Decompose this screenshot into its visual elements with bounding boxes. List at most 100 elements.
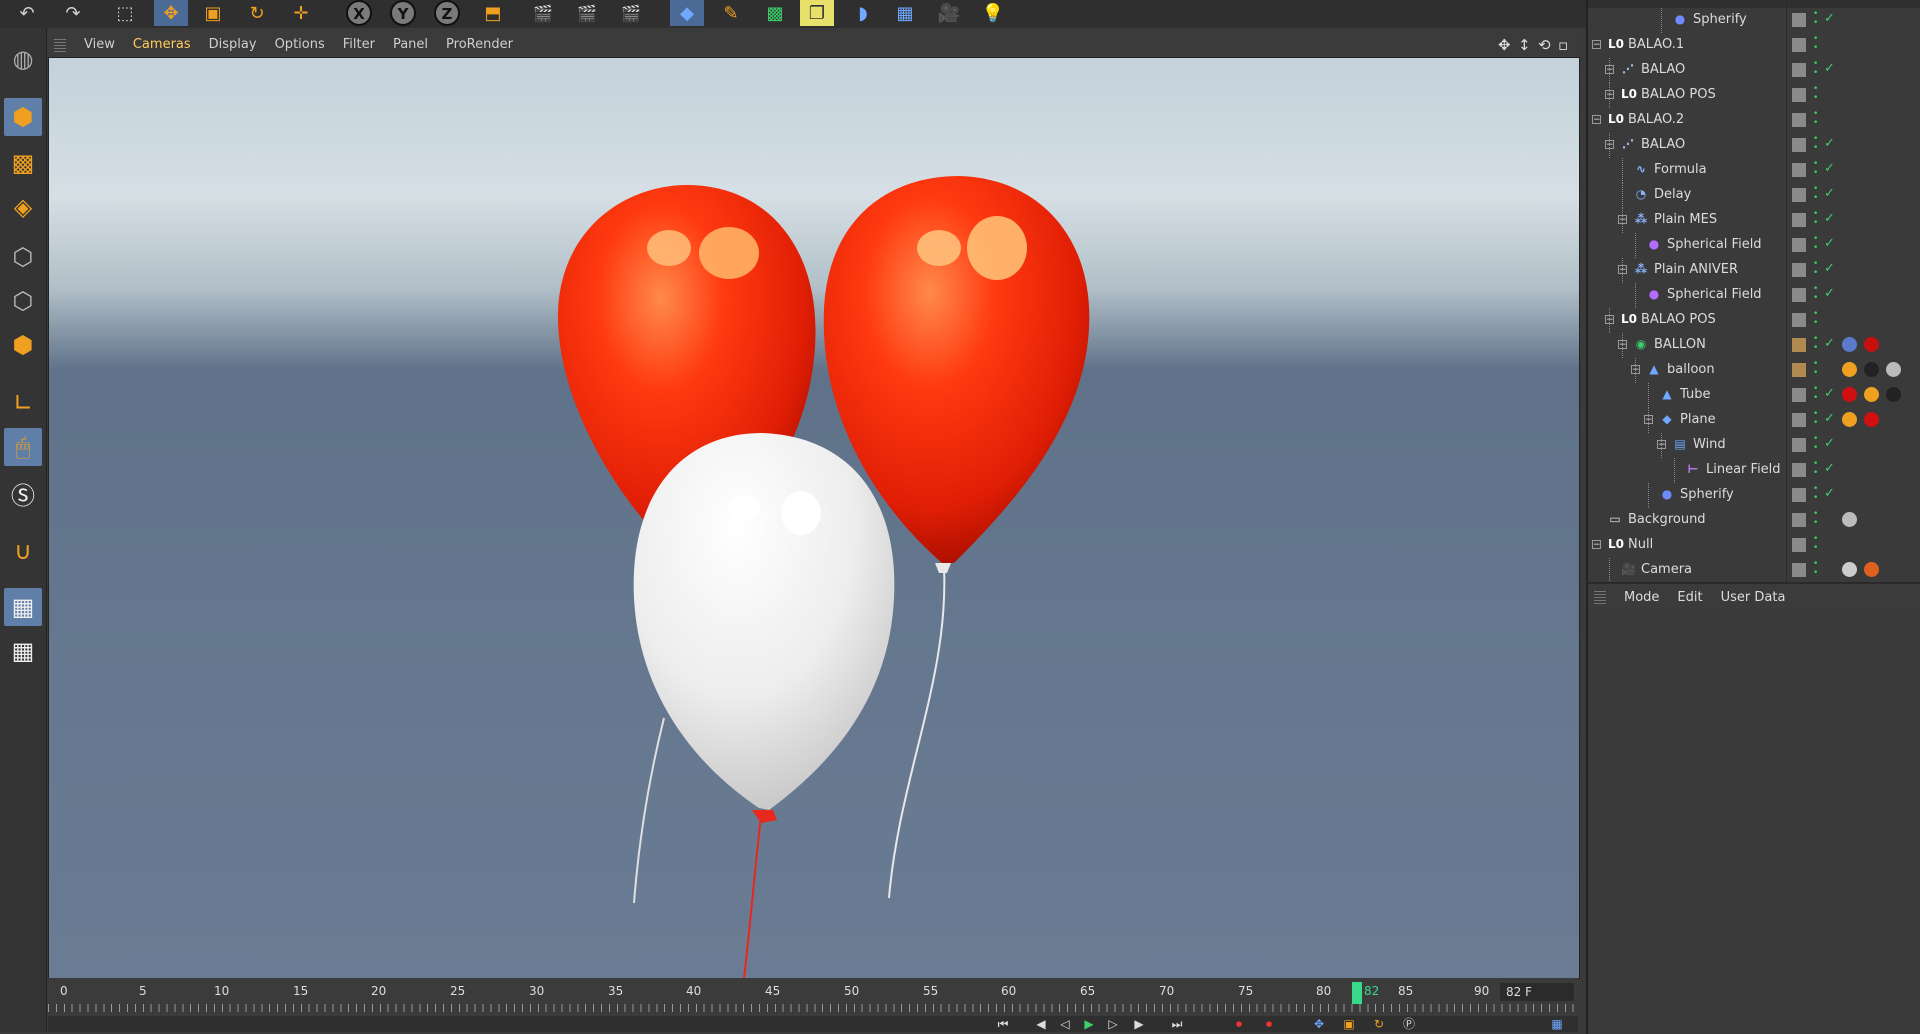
visibility-dots-icon[interactable]: • • [1813,60,1821,78]
visibility-dots-icon[interactable]: • • [1813,135,1821,153]
prev-key-icon[interactable]: ◀ [1030,1017,1052,1031]
enabled-check-icon[interactable]: ✓ [1824,286,1835,301]
object-row[interactable]: ● Spherify • • ✓ [1588,483,1920,508]
object-name[interactable]: BALAO POS [1641,87,1716,102]
visibility-dots-icon[interactable]: • • [1813,210,1821,228]
select-tool-icon[interactable]: ⬚ [108,0,142,26]
timeline[interactable]: 0 5 10 15 20 25 30 35 40 45 50 55 60 65 … [48,978,1578,1016]
model-mode-icon[interactable]: ⬢ [4,98,42,136]
material-tag-icon[interactable] [1842,562,1857,577]
layer-icon[interactable] [1792,563,1806,577]
object-row[interactable]: − ▲ balloon • • [1588,358,1920,383]
camera-icon[interactable]: 🎥 [932,0,966,26]
visibility-dots-icon[interactable]: • • [1813,160,1821,178]
visibility-dots-icon[interactable]: • • [1813,560,1821,578]
play-icon[interactable]: ▶ [1078,1017,1100,1031]
enabled-check-icon[interactable]: ✓ [1824,461,1835,476]
object-name[interactable]: Tube [1680,387,1710,402]
3d-viewport[interactable] [48,57,1580,979]
object-name[interactable]: Plain ANIVER [1654,262,1738,277]
transform-tool-icon[interactable]: ✛ [284,0,318,26]
menu-options[interactable]: Options [275,37,325,52]
maximize-view-icon[interactable]: ▫ [1558,36,1568,54]
polygons-mode-icon[interactable]: ⬢ [4,326,42,364]
menu-panel[interactable]: Panel [393,37,428,52]
object-name[interactable]: Plain MES [1654,212,1717,227]
visibility-dots-icon[interactable]: • • [1813,335,1821,353]
next-key-icon[interactable]: ▶ [1128,1017,1150,1031]
object-name[interactable]: BALAO POS [1641,312,1716,327]
prev-frame-icon[interactable]: ◁ [1054,1017,1076,1031]
render-view-icon[interactable]: 🎬 [526,0,560,26]
subdivision-surface-icon[interactable]: ▩ [758,0,792,26]
enabled-check-icon[interactable]: ✓ [1824,411,1835,426]
layer-icon[interactable] [1792,288,1806,302]
object-name[interactable]: Null [1628,537,1653,552]
object-name[interactable]: Background [1628,512,1706,527]
layer-icon[interactable] [1792,113,1806,127]
axis-mode-icon[interactable]: ∟ [4,384,42,422]
key-param-icon[interactable]: Ⓟ [1398,1017,1420,1031]
visibility-dots-icon[interactable]: • • [1813,35,1821,53]
next-frame-icon[interactable]: ▷ [1102,1017,1124,1031]
render-picture-viewer-icon[interactable]: 🎬 [570,0,604,26]
y-axis-lock-icon[interactable]: Y [386,0,420,26]
material-tag-icon[interactable] [1842,412,1857,427]
expand-toggle[interactable]: − [1657,440,1666,450]
workplane-mode-icon[interactable]: ◈ [4,188,42,226]
object-name[interactable]: Spherify [1693,12,1747,27]
solo-mode-icon[interactable]: Ⓢ [4,474,42,512]
material-tag-icon[interactable] [1886,362,1901,377]
x-axis-lock-icon[interactable]: X [342,0,376,26]
visibility-dots-icon[interactable]: • • [1813,385,1821,403]
tweak-mode-icon[interactable]: 🖱 [4,428,42,466]
deformer-icon[interactable]: ◗ [846,0,880,26]
object-name[interactable]: BALLON [1654,337,1706,352]
object-row[interactable]: ▲ Tube • • ✓ [1588,383,1920,408]
object-row[interactable]: ⊢ Linear Field • • ✓ [1588,458,1920,483]
expand-toggle[interactable]: − [1631,365,1640,375]
expand-toggle[interactable]: − [1618,265,1627,275]
object-row[interactable]: − ⋰ BALAO • • ✓ [1588,58,1920,83]
layer-icon[interactable] [1792,213,1806,227]
expand-toggle[interactable]: − [1592,40,1601,50]
object-row[interactable]: ◔ Delay • • ✓ [1588,183,1920,208]
expand-toggle[interactable]: − [1618,340,1627,350]
layer-icon[interactable] [1792,388,1806,402]
menu-display[interactable]: Display [209,37,257,52]
layer-icon[interactable] [1792,413,1806,427]
material-tag-icon[interactable] [1864,362,1879,377]
layer-icon[interactable] [1792,363,1806,377]
go-to-end-icon[interactable]: ⏭ [1166,1017,1188,1031]
expand-toggle[interactable]: − [1592,540,1601,550]
object-name[interactable]: Spherify [1680,487,1734,502]
object-row[interactable]: − ▤ Wind • • ✓ [1588,433,1920,458]
visibility-dots-icon[interactable]: • • [1813,235,1821,253]
material-tag-icon[interactable] [1842,512,1857,527]
visibility-dots-icon[interactable]: • • [1813,510,1821,528]
expand-toggle[interactable]: − [1605,140,1614,150]
layer-icon[interactable] [1792,163,1806,177]
expand-toggle[interactable]: − [1592,115,1601,125]
object-name[interactable]: Linear Field [1706,462,1781,477]
edges-mode-icon[interactable]: ⬡ [4,282,42,320]
keyframe-selection-icon[interactable]: ✥ [1308,1017,1330,1031]
layer-icon[interactable] [1792,188,1806,202]
timeline-menu-icon[interactable]: ▦ [1546,1017,1568,1031]
menu-cameras[interactable]: Cameras [133,37,191,52]
object-row[interactable]: ∿ Formula • • ✓ [1588,158,1920,183]
autokey-icon[interactable]: ⏺ [1258,1017,1280,1031]
visibility-dots-icon[interactable]: • • [1813,460,1821,478]
layer-icon[interactable] [1792,13,1806,27]
material-tag-icon[interactable] [1864,337,1879,352]
object-name[interactable]: BALAO [1641,62,1685,77]
menu-view[interactable]: View [84,37,115,52]
enabled-check-icon[interactable]: ✓ [1824,186,1835,201]
object-row[interactable]: ● Spherical Field • • ✓ [1588,283,1920,308]
layer-icon[interactable] [1792,238,1806,252]
enabled-check-icon[interactable]: ✓ [1824,236,1835,251]
object-row[interactable]: − ◆ Plane • • ✓ [1588,408,1920,433]
material-tag-icon[interactable] [1842,362,1857,377]
visibility-dots-icon[interactable]: • • [1813,410,1821,428]
layer-icon[interactable] [1792,63,1806,77]
